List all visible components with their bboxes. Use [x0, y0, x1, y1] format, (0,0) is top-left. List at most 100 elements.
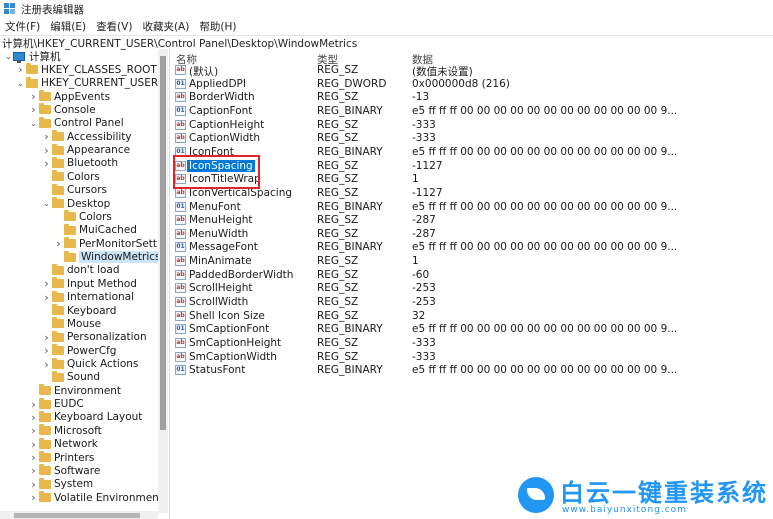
tree-node[interactable]: › HKEY_CLASSES_ROOT — [16, 63, 157, 76]
chevron-right-icon[interactable]: › — [29, 411, 38, 424]
menu-edit[interactable]: 编辑(E) — [45, 19, 91, 34]
chevron-right-icon[interactable]: › — [16, 63, 25, 76]
value-row[interactable]: ab Shell Icon Size REG_SZ 32 — [170, 310, 773, 323]
tree-node[interactable]: › Quick Actions — [42, 357, 138, 371]
tree-node[interactable]: MuiCached — [54, 223, 137, 237]
value-row[interactable]: ab IconVerticalSpacing REG_SZ -1127 — [170, 187, 773, 200]
chevron-right-icon[interactable]: › — [29, 398, 38, 411]
tree-node[interactable]: › Bluetooth — [42, 156, 118, 170]
value-row[interactable]: 01 AppliedDPI REG_DWORD 0x000000d8 (216) — [170, 78, 773, 91]
tree-node[interactable]: › Network — [29, 437, 98, 451]
chevron-right-icon[interactable]: › — [42, 344, 51, 357]
tree-node[interactable]: Cursors — [42, 183, 107, 197]
chevron-right-icon[interactable]: › — [29, 451, 38, 464]
tree-node[interactable]: › Volatile Environment — [29, 491, 163, 504]
chevron-right-icon[interactable]: › — [42, 130, 51, 143]
tree-node[interactable]: › EUDC — [29, 397, 84, 411]
menu-help[interactable]: 帮助(H) — [194, 19, 241, 34]
value-row[interactable]: ab MenuHeight REG_SZ -287 — [170, 214, 773, 227]
tree-node-label: Cursors — [67, 184, 107, 197]
value-row[interactable]: ab CaptionWidth REG_SZ -333 — [170, 132, 773, 145]
tree-node[interactable]: › PerMonitorSettin — [54, 237, 167, 250]
tree-node[interactable]: › Input Method — [42, 277, 137, 290]
chevron-down-icon[interactable]: ⌄ — [16, 79, 25, 88]
value-row[interactable]: 01 StatusFont REG_BINARY e5 ff ff ff 00 00 … — [170, 364, 773, 377]
value-row[interactable]: ab SmCaptionHeight REG_SZ -333 — [170, 337, 773, 350]
value-row[interactable]: ab CaptionHeight REG_SZ -333 — [170, 119, 773, 132]
tree-node[interactable]: › Microsoft — [29, 424, 102, 437]
tree-node[interactable]: ⌄ Control Panel — [29, 116, 124, 130]
address-bar[interactable]: 计算机\HKEY_CURRENT_USER\Control Panel\Desk… — [0, 35, 773, 50]
tree-node[interactable]: ⌄ Desktop — [42, 197, 110, 210]
tree-node[interactable]: › International — [42, 290, 134, 304]
value-name-cell: BorderWidth — [189, 91, 255, 103]
value-row[interactable]: 01 CaptionFont REG_BINARY e5 ff ff ff 00 00… — [170, 105, 773, 118]
chevron-right-icon[interactable]: › — [42, 331, 51, 344]
tree-vertical-scroll-thumb[interactable] — [160, 56, 166, 430]
menu-file[interactable]: 文件(F) — [0, 19, 45, 34]
tree-node[interactable]: ⌄ HKEY_CURRENT_USER — [16, 76, 158, 90]
tree-node[interactable]: › AppEvents — [29, 90, 110, 103]
tree-node[interactable]: › Software — [29, 464, 100, 477]
chevron-right-icon[interactable]: › — [54, 237, 63, 250]
computer-icon — [13, 52, 25, 63]
value-name: CaptionHeight — [189, 118, 265, 131]
value-row[interactable]: 01 IconFont REG_BINARY e5 ff ff ff 00 00 00… — [170, 146, 773, 159]
value-row[interactable]: ab (默认) REG_SZ (数值未设置) — [170, 64, 773, 78]
tree-node[interactable]: Keyboard — [42, 304, 116, 317]
value-row[interactable]: 01 MenuFont REG_BINARY e5 ff ff ff 00 00 00… — [170, 201, 773, 214]
chevron-right-icon[interactable]: › — [42, 157, 51, 170]
value-row[interactable]: ab ScrollHeight REG_SZ -253 — [170, 282, 773, 295]
tree-node[interactable]: › Personalization — [42, 330, 147, 344]
tree-node[interactable]: › PowerCfg — [42, 344, 116, 357]
tree-node[interactable]: › Console — [29, 103, 96, 116]
value-row[interactable]: ab PaddedBorderWidth REG_SZ -60 — [170, 269, 773, 282]
tree-node[interactable]: Environment — [29, 384, 121, 397]
chevron-right-icon[interactable]: › — [29, 491, 38, 504]
value-name-cell: AppliedDPI — [189, 78, 246, 90]
value-name-cell: SmCaptionWidth — [189, 351, 277, 363]
title-bar: 注册表编辑器 — [0, 0, 773, 18]
tree-node[interactable]: › Printers — [29, 451, 94, 464]
chevron-right-icon[interactable]: › — [42, 144, 51, 157]
tree-node[interactable]: › Appearance — [42, 143, 130, 157]
tree-horizontal-scroll-thumb[interactable] — [14, 513, 140, 518]
chevron-down-icon[interactable]: ⌄ — [4, 52, 13, 61]
tree-node[interactable]: Colors — [42, 170, 100, 183]
tree-node[interactable]: Colors — [54, 210, 112, 223]
value-row[interactable]: 01 SmCaptionFont REG_BINARY e5 ff ff ff 00 … — [170, 323, 773, 336]
tree-node[interactable]: don't load — [42, 263, 120, 277]
value-row[interactable]: ab ScrollWidth REG_SZ -253 — [170, 296, 773, 309]
tree-node[interactable]: WindowMetrics — [54, 250, 163, 264]
value-name-cell: MenuWidth — [189, 228, 248, 240]
value-row[interactable]: ab MenuWidth REG_SZ -287 — [170, 228, 773, 241]
tree-node[interactable]: Mouse — [42, 317, 101, 330]
menu-view[interactable]: 查看(V) — [91, 19, 137, 34]
chevron-right-icon[interactable]: › — [29, 103, 38, 116]
value-row[interactable]: ab MinAnimate REG_SZ 1 — [170, 255, 773, 268]
tree-node[interactable]: › System — [29, 477, 93, 491]
value-row[interactable]: ab IconTitleWrap REG_SZ 1 — [170, 173, 773, 186]
chevron-down-icon[interactable]: ⌄ — [29, 119, 38, 128]
tree-node-label: MuiCached — [79, 224, 137, 237]
value-row[interactable]: ab IconSpacing REG_SZ -1127 — [170, 159, 773, 173]
value-row[interactable]: 01 MessageFont REG_BINARY e5 ff ff ff 00 00… — [170, 241, 773, 254]
chevron-right-icon[interactable]: › — [42, 277, 51, 290]
chevron-right-icon[interactable]: › — [42, 358, 51, 371]
tree-node[interactable]: › Accessibility — [42, 130, 132, 143]
chevron-right-icon[interactable]: › — [29, 424, 38, 437]
chevron-down-icon[interactable]: ⌄ — [42, 199, 51, 208]
tree-node[interactable]: Sound — [42, 370, 100, 384]
chevron-right-icon[interactable]: › — [29, 464, 38, 477]
value-row[interactable]: ab SmCaptionWidth REG_SZ -333 — [170, 351, 773, 364]
tree-node[interactable]: ⌄ 计算机 — [4, 50, 61, 63]
tree-node[interactable]: › Keyboard Layout — [29, 410, 142, 424]
chevron-right-icon[interactable]: › — [29, 90, 38, 103]
value-data: -253 — [412, 296, 436, 309]
chevron-right-icon[interactable]: › — [29, 478, 38, 491]
value-row[interactable]: ab BorderWidth REG_SZ -13 — [170, 91, 773, 104]
chevron-right-icon[interactable]: › — [42, 291, 51, 304]
value-type: REG_SZ — [317, 350, 359, 363]
chevron-right-icon[interactable]: › — [29, 438, 38, 451]
menu-favorites[interactable]: 收藏夹(A) — [137, 19, 194, 34]
